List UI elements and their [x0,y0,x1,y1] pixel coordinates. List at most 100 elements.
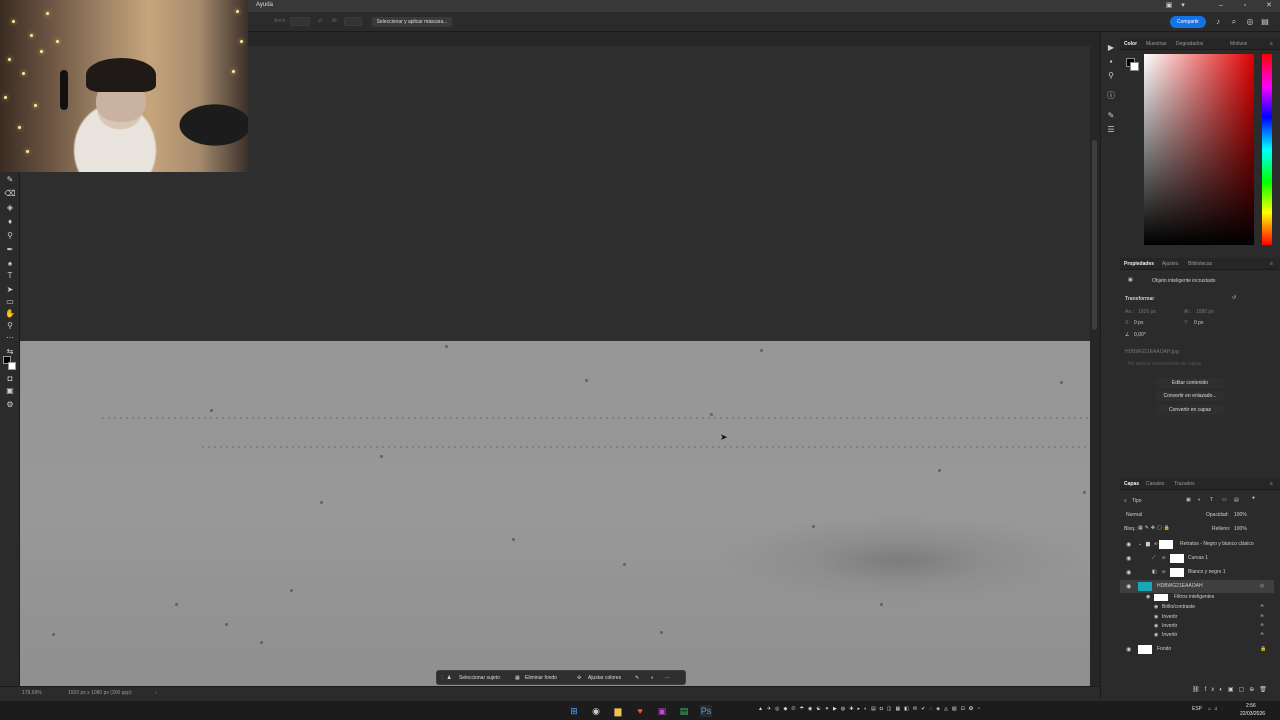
chevron-right-icon[interactable]: › [155,690,157,696]
drag-handle-icon[interactable]: ⋮ [440,673,445,683]
layer-comp-select[interactable]: No aplicar composición de capas [1128,361,1201,367]
path-select-icon[interactable]: ➤ [4,284,16,296]
filter-smart-icon[interactable]: ▤ [1234,497,1239,503]
convert-to-linked-button[interactable]: Convertir en enlazado... [1156,391,1224,401]
panel-menu-icon[interactable]: ≡ [1270,481,1273,487]
visibility-eye-icon[interactable]: ◉ [1154,632,1158,638]
photoshop-icon[interactable]: Ps [700,705,712,717]
history-icon[interactable]: ⚲ [1105,70,1117,82]
background-color-swatch[interactable] [8,362,16,370]
hand-tool-icon[interactable]: ✋ [4,308,16,320]
app-icon[interactable]: ▤ [678,705,690,717]
brave-browser-icon[interactable]: ♥ [634,705,646,717]
workspace-layout-icon[interactable]: ▤ [1260,17,1270,27]
fill-value[interactable]: 100% [1234,526,1247,532]
menu-help[interactable]: Ayuda [256,2,273,8]
edit-contents-button[interactable]: Editar contenido [1156,378,1224,388]
workspace-icon[interactable]: ▾ [1176,1,1190,11]
smart-filter-item[interactable]: Invertir [1162,632,1177,638]
vertical-scrollbar[interactable] [1090,32,1100,686]
tab-paths[interactable]: Trazados [1174,481,1195,487]
visibility-eye-icon[interactable]: ◉ [1126,555,1131,562]
clock-date[interactable]: 22/03/2026 [1240,711,1265,717]
layer-group-row[interactable]: ◉ ⌄ ▆ ∞ Retratos - Negro y blanco clásic… [1120,538,1274,551]
pen-path-icon[interactable]: ♠ [4,258,16,270]
layer-background-row[interactable]: ◉ Fondo 🔒 [1120,643,1274,656]
filter-search-icon[interactable]: ⌕ [1124,498,1127,504]
language-indicator[interactable]: ESP [1192,706,1202,712]
filter-options-icon[interactable]: ≚ [1260,623,1264,629]
tab-properties[interactable]: Propiedades [1124,261,1154,267]
tab-patterns[interactable]: Motivos [1230,41,1247,47]
tab-adjustments[interactable]: Ajustes [1162,261,1178,267]
visibility-eye-icon[interactable]: ◉ [1154,623,1158,629]
layer-bw-row[interactable]: ◉ ◧ ∞ Blanco y negro 1 [1120,566,1274,579]
paint-bucket-icon[interactable]: ◈ [4,202,16,214]
search-icon[interactable]: ⌕ [1229,17,1239,27]
comment-icon[interactable]: ▪ [1105,56,1117,68]
smart-filter-item[interactable]: Invertir [1162,614,1177,620]
reset-transform-icon[interactable]: ↺ [1232,295,1236,301]
dodge-tool-icon[interactable]: ⚲ [4,230,16,242]
filter-options-icon[interactable]: ≚ [1260,614,1264,620]
filter-options-icon[interactable]: ≚ [1260,632,1264,638]
select-subject-button[interactable]: Seleccionar sujeto [459,673,500,683]
visibility-eye-icon[interactable]: ◉ [1126,583,1131,590]
tab-color[interactable]: Color [1124,41,1137,47]
tab-swatches[interactable]: Muestras [1146,41,1167,47]
visibility-eye-icon[interactable]: ◉ [1154,604,1158,610]
tab-gradients[interactable]: Degradados [1176,41,1203,47]
type-tool-icon[interactable]: T [4,270,16,282]
play-icon[interactable]: ▶ [1105,42,1117,54]
color-picker-field[interactable] [1144,54,1254,245]
clock-time[interactable]: 2:56 [1246,703,1256,709]
brush-tool-icon[interactable]: ✎ [4,174,16,186]
chevron-down-icon[interactable]: ⌄ [1138,541,1142,547]
document-image[interactable] [20,341,1090,686]
visibility-eye-icon[interactable]: ◉ [1126,541,1131,548]
layer-actions-icons[interactable]: ⛓fx◐▣▢⊕🗑 [1192,686,1272,693]
width-field[interactable] [290,17,310,26]
adjustments-icon[interactable]: ☰ [1105,124,1117,136]
filter-shape-icon[interactable]: ▭ [1222,497,1227,503]
blur-tool-icon[interactable]: ♦ [4,216,16,228]
more-icon[interactable]: ⋯ [665,673,670,683]
zoom-level[interactable]: 178,69% [22,690,42,696]
smart-filter-icon[interactable]: ◎ [1260,583,1264,589]
panel-menu-icon[interactable]: ≡ [1270,261,1273,267]
maximize-icon[interactable]: ▫ [1238,1,1252,11]
visibility-eye-icon[interactable]: ◉ [1126,646,1131,653]
hue-slider[interactable] [1262,54,1272,245]
rectangle-tool-icon[interactable]: ▭ [4,296,16,308]
browser-icon[interactable]: ◉ [590,705,602,717]
tray-icons[interactable]: ▲✈◎◆✆☂◉☯✦▶◍✚▸◐▤◘◫▦◧✉✔◌◈◬▧⊡✪◔ [758,706,984,712]
filter-toggle-icon[interactable]: ● [1252,495,1255,501]
info-icon[interactable]: ⓘ [1105,90,1117,102]
tab-libraries[interactable]: Bibliotecas [1188,261,1212,267]
height-field[interactable] [344,17,362,26]
brush-settings-icon[interactable]: ✎ [1105,110,1117,122]
width-value[interactable]: 1920 px [1138,309,1156,315]
angle-value[interactable]: 0,00° [1134,332,1146,338]
filter-type-icon[interactable]: T [1210,497,1213,503]
layer-filter-select[interactable]: Tipo [1132,498,1142,504]
smart-filter-item[interactable]: Invertir [1162,623,1177,629]
tab-layers[interactable]: Capas [1124,481,1139,487]
opacity-value[interactable]: 100% [1234,512,1247,518]
visibility-eye-icon[interactable]: ◉ [1154,614,1158,620]
filter-options-icon[interactable]: ≚ [1260,604,1264,610]
windows-start-icon[interactable]: ⊞ [568,705,580,717]
filter-pixel-icon[interactable]: ▣ [1186,497,1191,503]
convert-to-layers-button[interactable]: Convertir en capas [1156,405,1224,415]
arrange-icon[interactable]: ▣ [1162,1,1176,11]
blend-mode-select[interactable]: Normal [1126,512,1142,518]
background-color[interactable] [1130,62,1139,71]
edit-toolbar-icon[interactable]: ⚙ [4,399,16,411]
share-button[interactable]: Compartir [1170,16,1206,28]
filter-adjustment-icon[interactable]: ◐ [1198,497,1201,503]
layer-smart-object-row[interactable]: ◉ HDBWG21EAAOAH ◎ [1120,580,1274,593]
more-tools-icon[interactable]: ⋯ [4,332,16,344]
quick-mask-icon[interactable]: ◘ [4,373,16,385]
contrast-icon[interactable]: ◐ [651,673,654,683]
smart-filters-label[interactable]: Filtros inteligentes [1174,594,1214,600]
